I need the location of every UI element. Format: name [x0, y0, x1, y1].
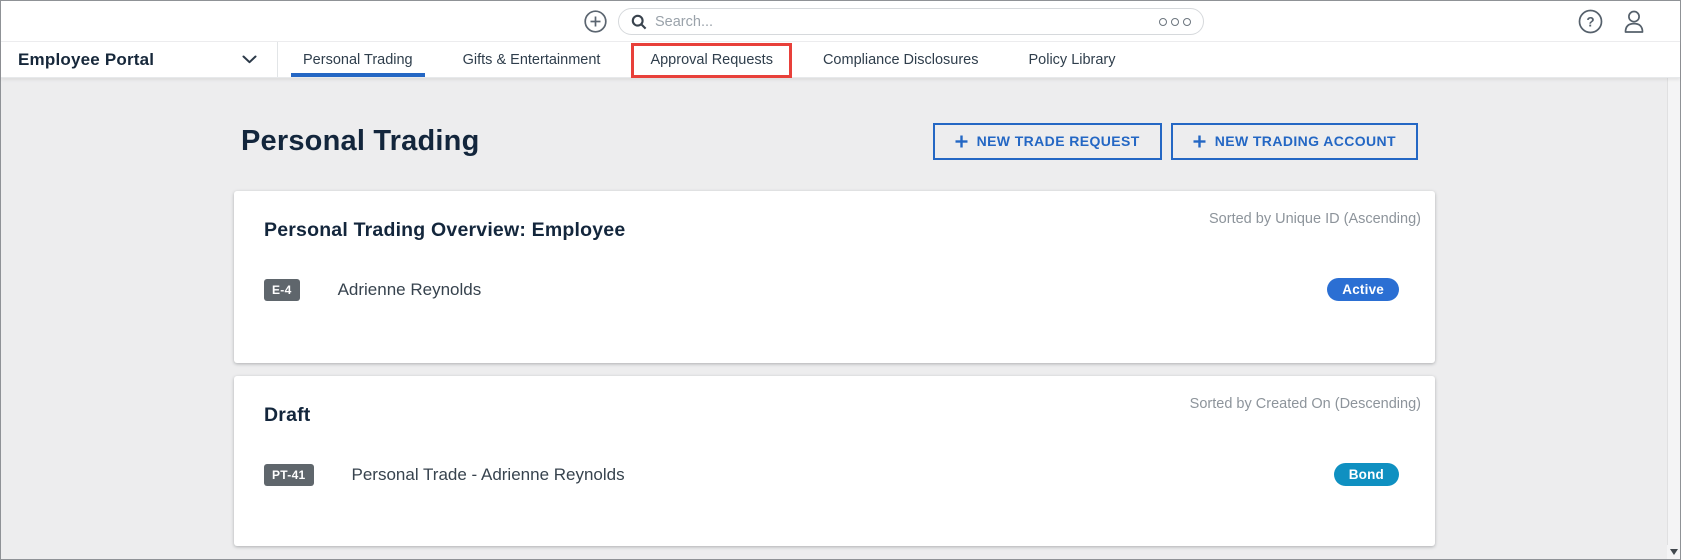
- button-label: NEW TRADE REQUEST: [977, 133, 1140, 149]
- sort-label: Sorted by Created On (Descending): [1190, 396, 1421, 412]
- tab-label: Policy Library: [1028, 52, 1115, 68]
- vertical-scrollbar[interactable]: [1667, 78, 1680, 559]
- scrollbar-down-arrow[interactable]: [1667, 545, 1680, 559]
- card-title: Draft: [264, 404, 311, 427]
- help-button[interactable]: ?: [1578, 9, 1603, 34]
- tab-label: Approval Requests: [650, 52, 773, 68]
- down-triangle-icon: [1670, 549, 1678, 555]
- search-input[interactable]: [655, 14, 1159, 30]
- plus-icon: [1193, 135, 1206, 148]
- card-personal-trading-overview: Personal Trading Overview: Employee Sort…: [234, 191, 1435, 363]
- card-header: Personal Trading Overview: Employee Sort…: [264, 211, 1421, 242]
- card-header: Draft Sorted by Created On (Descending): [264, 396, 1421, 427]
- unique-id-badge: E-4: [264, 279, 300, 301]
- page-content: Personal Trading NEW TRADE REQUEST NEW T…: [1, 78, 1680, 559]
- new-trade-request-button[interactable]: NEW TRADE REQUEST: [933, 123, 1162, 160]
- button-label: NEW TRADING ACCOUNT: [1215, 133, 1396, 149]
- sort-label: Sorted by Unique ID (Ascending): [1209, 211, 1421, 227]
- search-bar: [618, 8, 1204, 35]
- tab-approval-requests[interactable]: Approval Requests: [625, 42, 798, 77]
- user-profile-button[interactable]: [1621, 8, 1647, 34]
- unique-id-badge: PT-41: [264, 464, 314, 486]
- list-item[interactable]: E-4 Adrienne Reynolds Active: [264, 278, 1421, 301]
- tab-policy-library[interactable]: Policy Library: [1003, 42, 1140, 77]
- page-header: Personal Trading NEW TRADE REQUEST NEW T…: [234, 118, 1433, 164]
- record-name-link[interactable]: Personal Trade - Adrienne Reynolds: [352, 465, 625, 485]
- tab-compliance-disclosures[interactable]: Compliance Disclosures: [798, 42, 1004, 77]
- record-name-link[interactable]: Adrienne Reynolds: [338, 280, 482, 300]
- tab-label: Gifts & Entertainment: [463, 52, 601, 68]
- search-icon: [631, 14, 647, 30]
- card-draft: Draft Sorted by Created On (Descending) …: [234, 376, 1435, 546]
- tab-personal-trading[interactable]: Personal Trading: [278, 42, 438, 77]
- svg-text:?: ?: [1586, 15, 1594, 30]
- top-bar: ?: [1, 1, 1680, 42]
- chevron-down-icon: [242, 55, 257, 64]
- tab-label: Personal Trading: [303, 52, 413, 68]
- tab-label: Compliance Disclosures: [823, 52, 979, 68]
- status-badge: Active: [1327, 278, 1399, 301]
- list-item[interactable]: PT-41 Personal Trade - Adrienne Reynolds…: [264, 463, 1421, 486]
- card-title: Personal Trading Overview: Employee: [264, 219, 625, 242]
- status-badge: Bond: [1334, 463, 1399, 486]
- help-circle-icon: ?: [1578, 9, 1603, 34]
- page-title: Personal Trading: [241, 125, 480, 158]
- quick-add-button[interactable]: [584, 10, 607, 33]
- portal-name: Employee Portal: [18, 50, 154, 70]
- portal-navbar: Employee Portal Personal Trading Gifts &…: [1, 42, 1680, 78]
- portal-tabs: Personal Trading Gifts & Entertainment A…: [278, 42, 1141, 77]
- page-actions: NEW TRADE REQUEST NEW TRADING ACCOUNT: [933, 123, 1418, 160]
- user-icon: [1621, 8, 1647, 34]
- plus-icon: [955, 135, 968, 148]
- search-options-icon[interactable]: [1159, 18, 1191, 26]
- tab-gifts-entertainment[interactable]: Gifts & Entertainment: [438, 42, 626, 77]
- portal-switcher[interactable]: Employee Portal: [1, 42, 278, 77]
- new-trading-account-button[interactable]: NEW TRADING ACCOUNT: [1171, 123, 1418, 160]
- plus-circle-icon: [584, 10, 607, 33]
